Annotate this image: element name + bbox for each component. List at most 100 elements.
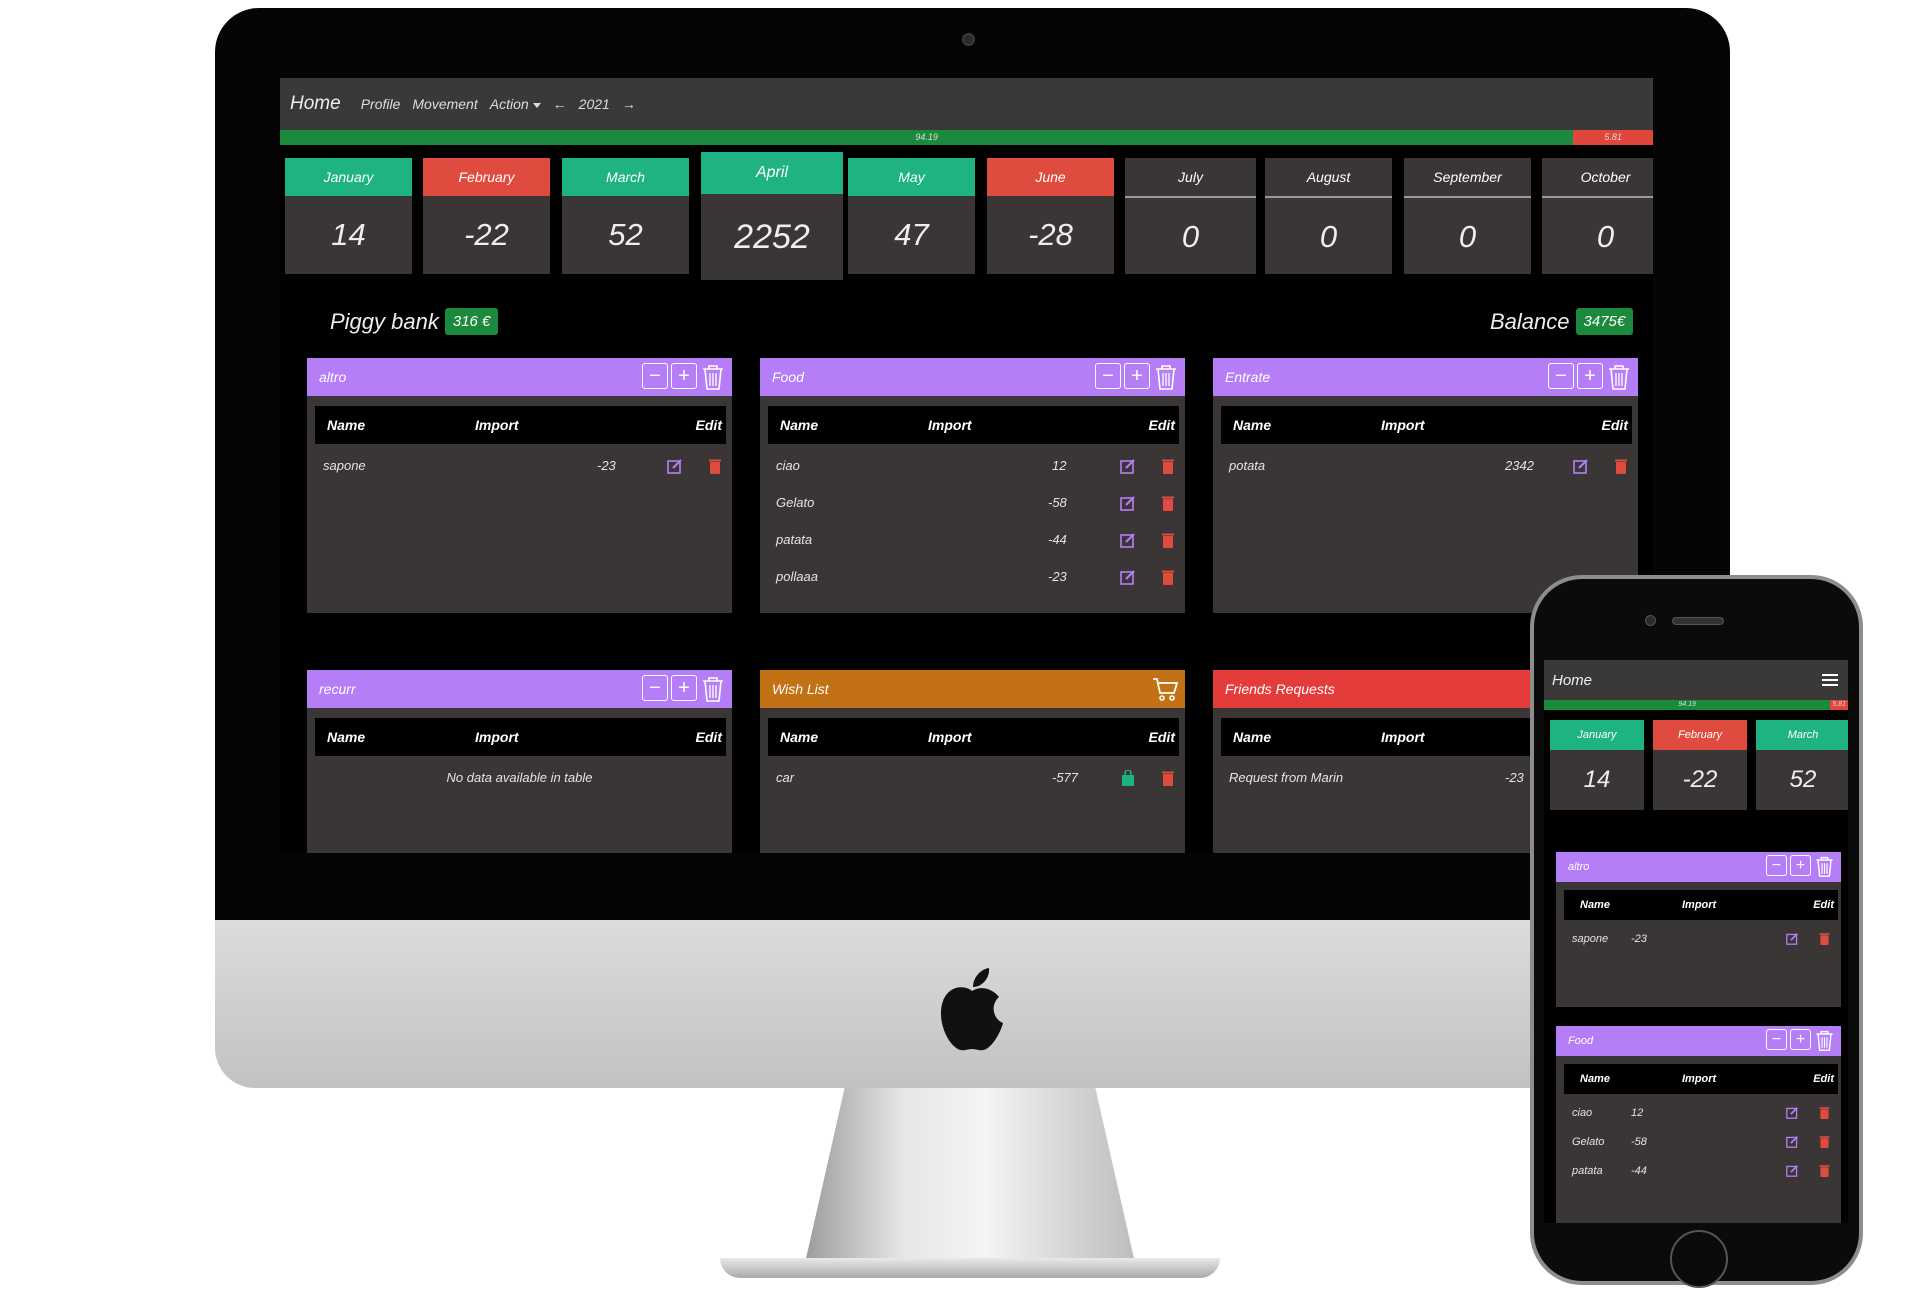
trash-icon[interactable] <box>1606 363 1632 391</box>
panel-title: altro <box>1568 861 1590 873</box>
month-value: 0 <box>1596 219 1615 254</box>
desktop-screen: Home Profile Movement Action ← 2021 → 94… <box>280 78 1653 853</box>
month-card-february[interactable]: February -22 <box>423 158 550 274</box>
trash-icon[interactable] <box>1153 363 1179 391</box>
row-name: sapone <box>1572 932 1609 945</box>
table-row: Gelato -58 <box>1556 1127 1841 1156</box>
panel-header: recurr − + <box>307 670 732 708</box>
month-card-september[interactable]: September 0 <box>1404 158 1531 274</box>
delete-icon[interactable] <box>1613 458 1629 474</box>
cart-icon[interactable] <box>1151 675 1179 703</box>
panel-title: Entrate <box>1225 369 1271 385</box>
delete-icon[interactable] <box>1160 532 1176 548</box>
shopping-bag-icon[interactable] <box>1120 769 1136 786</box>
edit-icon[interactable] <box>1573 458 1589 474</box>
col-name: Name <box>327 729 366 745</box>
mobile-nav-brand[interactable]: Home <box>1552 672 1592 689</box>
budget-progress-bar: 94.19 5.81 <box>280 130 1653 145</box>
plus-icon[interactable]: + <box>1124 363 1150 389</box>
minus-icon[interactable]: − <box>1766 855 1787 876</box>
row-import: 2342 <box>1505 458 1534 473</box>
month-card-august[interactable]: August 0 <box>1265 158 1392 274</box>
month-card-july[interactable]: July 0 <box>1125 158 1256 274</box>
month-value: -22 <box>464 217 509 252</box>
edit-icon[interactable] <box>1786 1135 1799 1148</box>
col-name: Name <box>1233 729 1272 745</box>
phone-home-button[interactable] <box>1670 1230 1728 1288</box>
trash-icon[interactable] <box>1814 1029 1835 1052</box>
edit-icon[interactable] <box>1120 532 1136 548</box>
delete-icon[interactable] <box>1818 1135 1831 1148</box>
month-card-january[interactable]: January 14 <box>285 158 412 274</box>
delete-icon[interactable] <box>1818 932 1831 945</box>
row-name: ciao <box>776 458 800 473</box>
row-import: -23 <box>1631 932 1647 945</box>
delete-icon[interactable] <box>1818 1106 1831 1119</box>
table-header: Name Import Edit <box>768 406 1179 444</box>
edit-icon[interactable] <box>1786 1164 1799 1177</box>
nav-link-movement[interactable]: Movement <box>412 96 477 112</box>
plus-icon[interactable]: + <box>1577 363 1603 389</box>
month-card-may[interactable]: May 47 <box>848 158 975 274</box>
imac-camera <box>962 33 975 46</box>
month-value: -22 <box>1682 766 1718 793</box>
col-edit: Edit <box>1813 1073 1834 1085</box>
minus-icon[interactable]: − <box>1766 1029 1787 1050</box>
panel-header: altro − + <box>307 358 732 396</box>
month-card-february[interactable]: February -22 <box>1653 720 1747 810</box>
edit-icon[interactable] <box>1120 495 1136 511</box>
col-name: Name <box>1580 1073 1610 1085</box>
minus-icon[interactable]: − <box>642 363 668 389</box>
trash-icon[interactable] <box>1814 855 1835 878</box>
edit-icon[interactable] <box>1786 932 1799 945</box>
delete-icon[interactable] <box>707 458 723 474</box>
hamburger-icon[interactable] <box>1822 673 1838 687</box>
row-name: sapone <box>323 458 366 473</box>
month-value: 0 <box>1458 219 1477 254</box>
month-name: August <box>1265 158 1392 198</box>
nav-brand[interactable]: Home <box>290 93 341 115</box>
edit-icon[interactable] <box>667 458 683 474</box>
month-card-january[interactable]: January 14 <box>1550 720 1644 810</box>
minus-icon[interactable]: − <box>1095 363 1121 389</box>
delete-icon[interactable] <box>1160 458 1176 474</box>
prev-year-arrow-icon[interactable]: ← <box>553 96 567 112</box>
row-import: -23 <box>1048 569 1067 584</box>
row-import: -577 <box>1052 770 1079 785</box>
col-edit: Edit <box>1813 899 1834 911</box>
month-card-april-selected[interactable]: April 2252 <box>701 152 843 280</box>
delete-icon[interactable] <box>1818 1164 1831 1177</box>
edit-icon[interactable] <box>1120 569 1136 585</box>
plus-icon[interactable]: + <box>671 363 697 389</box>
minus-icon[interactable]: − <box>642 675 668 701</box>
month-card-june[interactable]: June -28 <box>987 158 1114 274</box>
balance: Balance 3475€ <box>1490 308 1634 335</box>
table-row: pollaaa -23 <box>760 558 1185 595</box>
delete-icon[interactable] <box>1160 495 1176 511</box>
plus-icon[interactable]: + <box>1790 855 1811 876</box>
month-card-march[interactable]: March 52 <box>1756 720 1848 810</box>
next-year-arrow-icon[interactable]: → <box>622 96 636 112</box>
month-card-march[interactable]: March 52 <box>562 158 689 274</box>
row-import: -44 <box>1631 1164 1647 1177</box>
edit-icon[interactable] <box>1786 1106 1799 1119</box>
panel-recurr: recurr − + Name Import Edit No data avai… <box>307 670 732 853</box>
nav-dropdown-action[interactable]: Action <box>490 96 541 112</box>
delete-icon[interactable] <box>1160 569 1176 585</box>
progress-green-segment: 94.19 <box>280 130 1574 145</box>
edit-icon[interactable] <box>1120 458 1136 474</box>
minus-icon[interactable]: − <box>1548 363 1574 389</box>
plus-icon[interactable]: + <box>671 675 697 701</box>
delete-icon[interactable] <box>1160 770 1176 786</box>
trash-icon[interactable] <box>700 363 726 391</box>
col-name: Name <box>780 417 819 433</box>
col-import: Import <box>1381 729 1425 745</box>
plus-icon[interactable]: + <box>1790 1029 1811 1050</box>
month-value: 52 <box>1789 766 1817 793</box>
nav-link-profile[interactable]: Profile <box>361 96 401 112</box>
piggy-bank: Piggy bank 316 € <box>330 308 499 335</box>
month-value: 0 <box>1181 219 1200 254</box>
trash-icon[interactable] <box>700 675 726 703</box>
month-name: January <box>1550 720 1644 750</box>
month-card-october[interactable]: October 0 <box>1542 158 1653 274</box>
